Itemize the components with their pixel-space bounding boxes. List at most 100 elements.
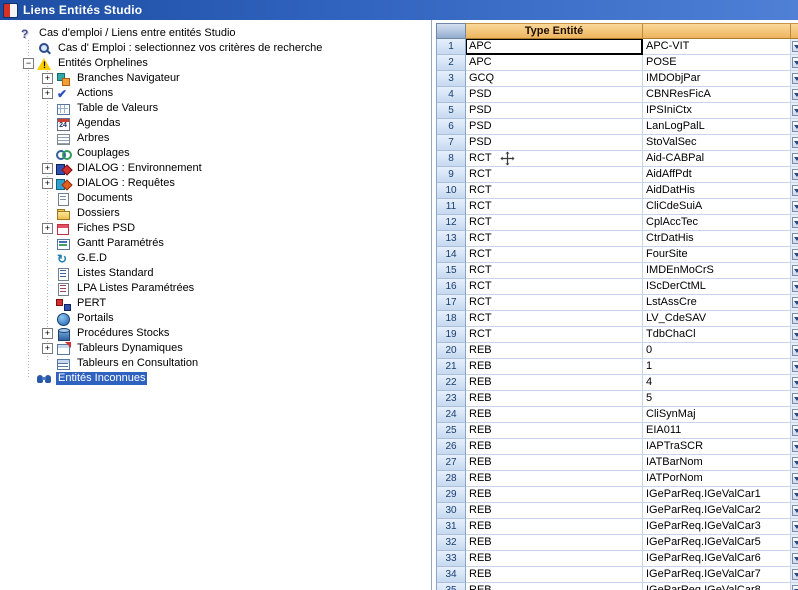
column-header-entity-name[interactable] bbox=[643, 23, 791, 39]
row-dropdown-button[interactable] bbox=[792, 169, 798, 180]
row-number-cell[interactable]: 28 bbox=[436, 471, 466, 487]
row-dropdown-button[interactable] bbox=[792, 281, 798, 292]
entity-name-cell[interactable]: CBNResFicA bbox=[643, 87, 791, 103]
type-entite-cell[interactable]: GCQ bbox=[466, 71, 643, 87]
type-entite-cell[interactable]: REB bbox=[466, 551, 643, 567]
row-dropdown-button[interactable] bbox=[792, 393, 798, 404]
row-dropdown-button[interactable] bbox=[792, 73, 798, 84]
row-number-cell[interactable]: 2 bbox=[436, 55, 466, 71]
entity-name-cell[interactable]: FourSite bbox=[643, 247, 791, 263]
tree-item-22[interactable]: Tableurs en Consultation bbox=[0, 356, 431, 371]
entity-name-cell[interactable]: IATBarNom bbox=[643, 455, 791, 471]
row-number-cell[interactable]: 10 bbox=[436, 183, 466, 199]
type-entite-cell[interactable]: RCT bbox=[466, 215, 643, 231]
row-dropdown-button[interactable] bbox=[792, 185, 798, 196]
entity-name-cell[interactable]: IAPTraSCR bbox=[643, 439, 791, 455]
tree-item-4[interactable]: +Actions bbox=[0, 86, 431, 101]
row-dropdown-button[interactable] bbox=[792, 41, 798, 52]
type-entite-cell[interactable]: RCT bbox=[466, 199, 643, 215]
row-dropdown-button[interactable] bbox=[792, 345, 798, 356]
row-number-cell[interactable]: 27 bbox=[436, 455, 466, 471]
tree-item-label[interactable]: PERT bbox=[75, 297, 108, 310]
entity-name-cell[interactable]: Aid-CABPal bbox=[643, 151, 791, 167]
entity-name-cell[interactable]: IATPorNom bbox=[643, 471, 791, 487]
tree-item-8[interactable]: Couplages bbox=[0, 146, 431, 161]
row-dropdown-button[interactable] bbox=[792, 201, 798, 212]
entity-name-cell[interactable]: IPSIniCtx bbox=[643, 103, 791, 119]
row-number-cell[interactable]: 15 bbox=[436, 263, 466, 279]
tree-item-1[interactable]: Cas d' Emploi : selectionnez vos critère… bbox=[0, 41, 431, 56]
row-dropdown-button[interactable] bbox=[792, 137, 798, 148]
tree-item-15[interactable]: G.E.D bbox=[0, 251, 431, 266]
grid-corner-cell[interactable] bbox=[436, 23, 466, 39]
tree-item-23[interactable]: Entités Inconnues bbox=[0, 371, 431, 386]
row-dropdown-button[interactable] bbox=[792, 505, 798, 516]
type-entite-cell[interactable]: RCT bbox=[466, 247, 643, 263]
tree-item-label[interactable]: Table de Valeurs bbox=[75, 102, 160, 115]
row-number-cell[interactable]: 8 bbox=[436, 151, 466, 167]
row-number-cell[interactable]: 12 bbox=[436, 215, 466, 231]
type-entite-cell[interactable]: RCT bbox=[466, 279, 643, 295]
entity-name-cell[interactable]: CplAccTec bbox=[643, 215, 791, 231]
row-dropdown-button[interactable] bbox=[792, 105, 798, 116]
tree-item-label[interactable]: Branches Navigateur bbox=[75, 72, 182, 85]
row-dropdown-button[interactable] bbox=[792, 265, 798, 276]
entity-name-cell[interactable]: IGeParReq.IGeValCar6 bbox=[643, 551, 791, 567]
expand-box-icon[interactable]: + bbox=[42, 73, 53, 84]
entity-name-cell[interactable]: LV_CdeSAV bbox=[643, 311, 791, 327]
tree-item-label[interactable]: Cas d'emploi / Liens entre entités Studi… bbox=[37, 27, 238, 40]
row-number-cell[interactable]: 35 bbox=[436, 583, 466, 590]
expand-box-icon[interactable]: + bbox=[42, 163, 53, 174]
entity-name-cell[interactable]: TdbChaCl bbox=[643, 327, 791, 343]
row-number-cell[interactable]: 25 bbox=[436, 423, 466, 439]
tree-item-21[interactable]: +Tableurs Dynamiques bbox=[0, 341, 431, 356]
tree-item-label[interactable]: Arbres bbox=[75, 132, 111, 145]
type-entite-cell[interactable]: RCT bbox=[466, 231, 643, 247]
entity-name-cell[interactable]: LanLogPalL bbox=[643, 119, 791, 135]
tree-item-label[interactable]: Tableurs en Consultation bbox=[75, 357, 200, 370]
type-entite-cell[interactable]: PSD bbox=[466, 135, 643, 151]
type-entite-cell[interactable]: RCT bbox=[466, 167, 643, 183]
tree-item-label[interactable]: Documents bbox=[75, 192, 135, 205]
tree-item-label[interactable]: Dossiers bbox=[75, 207, 122, 220]
tree-item-label[interactable]: DIALOG : Requêtes bbox=[75, 177, 177, 190]
row-number-cell[interactable]: 23 bbox=[436, 391, 466, 407]
entity-name-cell[interactable]: 1 bbox=[643, 359, 791, 375]
entity-name-cell[interactable]: 4 bbox=[643, 375, 791, 391]
tree-item-3[interactable]: + Branches Navigateur bbox=[0, 71, 431, 86]
row-number-cell[interactable]: 32 bbox=[436, 535, 466, 551]
tree-item-19[interactable]: Portails bbox=[0, 311, 431, 326]
row-dropdown-button[interactable] bbox=[792, 361, 798, 372]
row-dropdown-button[interactable] bbox=[792, 297, 798, 308]
entity-name-cell[interactable]: IGeParReq.IGeValCar5 bbox=[643, 535, 791, 551]
row-number-cell[interactable]: 3 bbox=[436, 71, 466, 87]
entity-name-cell[interactable]: LstAssCre bbox=[643, 295, 791, 311]
type-entite-cell[interactable]: REB bbox=[466, 439, 643, 455]
row-number-cell[interactable]: 1 bbox=[436, 39, 466, 55]
row-number-cell[interactable]: 22 bbox=[436, 375, 466, 391]
tree-item-13[interactable]: +Fiches PSD bbox=[0, 221, 431, 236]
type-entite-cell[interactable]: REB bbox=[466, 503, 643, 519]
row-dropdown-button[interactable] bbox=[792, 457, 798, 468]
row-dropdown-button[interactable] bbox=[792, 217, 798, 228]
tree-item-label[interactable]: Tableurs Dynamiques bbox=[75, 342, 185, 355]
row-dropdown-button[interactable] bbox=[792, 521, 798, 532]
tree-item-label[interactable]: Agendas bbox=[75, 117, 122, 130]
type-entite-cell[interactable]: RCT bbox=[466, 263, 643, 279]
type-entite-cell[interactable]: RCT bbox=[466, 311, 643, 327]
row-dropdown-button[interactable] bbox=[792, 329, 798, 340]
row-dropdown-button[interactable] bbox=[792, 473, 798, 484]
type-entite-cell[interactable]: REB bbox=[466, 583, 643, 590]
entity-name-cell[interactable]: AidAffPdt bbox=[643, 167, 791, 183]
row-number-cell[interactable]: 7 bbox=[436, 135, 466, 151]
tree-item-16[interactable]: Listes Standard bbox=[0, 266, 431, 281]
entity-name-cell[interactable]: StoValSec bbox=[643, 135, 791, 151]
row-number-cell[interactable]: 20 bbox=[436, 343, 466, 359]
tree-item-label[interactable]: LPA Listes Paramétrées bbox=[75, 282, 196, 295]
tree-item-label[interactable]: Couplages bbox=[75, 147, 132, 160]
type-entite-cell[interactable]: REB bbox=[466, 535, 643, 551]
row-number-cell[interactable]: 5 bbox=[436, 103, 466, 119]
row-number-cell[interactable]: 14 bbox=[436, 247, 466, 263]
row-number-cell[interactable]: 13 bbox=[436, 231, 466, 247]
row-number-cell[interactable]: 24 bbox=[436, 407, 466, 423]
